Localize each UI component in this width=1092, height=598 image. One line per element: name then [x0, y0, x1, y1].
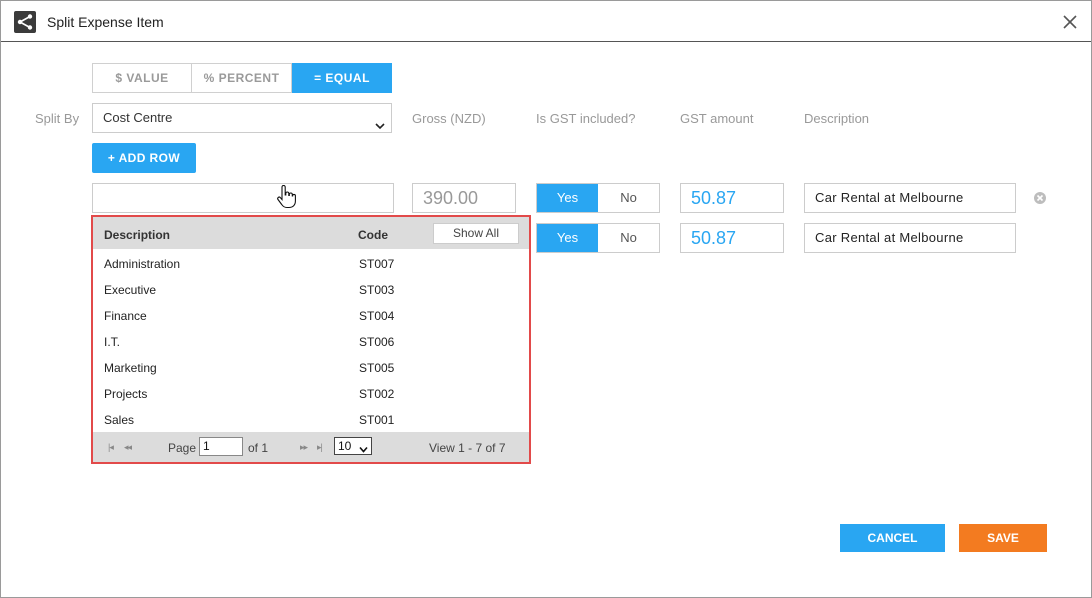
gst-included-column-label: Is GST included? — [536, 111, 636, 126]
lookup-column-code[interactable]: Code — [358, 228, 388, 242]
cost-centre-lookup-dropdown: Description Code Show All Administration… — [91, 215, 531, 464]
title-bar: Split Expense Item — [1, 1, 1091, 42]
description-input[interactable]: Car Rental at Melbourne — [804, 223, 1016, 253]
hand-pointer-cursor-icon — [276, 184, 296, 209]
prev-page-icon[interactable]: ◂◂ — [124, 442, 132, 453]
lookup-column-description[interactable]: Description — [104, 228, 170, 242]
lookup-row-description: Finance — [104, 309, 147, 323]
split-mode-equal-button[interactable]: = EQUAL — [292, 63, 392, 93]
gross-input[interactable]: 390.00 — [412, 183, 516, 213]
last-page-icon[interactable]: ▸| — [317, 442, 323, 453]
records-view-text: View 1 - 7 of 7 — [429, 441, 506, 455]
chevron-down-icon — [375, 113, 385, 130]
chevron-down-icon — [359, 442, 368, 453]
lookup-row-code: ST002 — [359, 387, 395, 401]
lookup-row-description: Projects — [104, 387, 148, 401]
lookup-row-description: Sales — [104, 413, 135, 427]
lookup-row-description: Administration — [104, 257, 181, 271]
lookup-row[interactable]: Finance ST004 — [93, 303, 529, 329]
next-page-icon[interactable]: ▸▸ — [300, 442, 308, 453]
gross-column-label: Gross (NZD) — [412, 111, 486, 126]
lookup-row[interactable]: Projects ST002 — [93, 381, 529, 407]
remove-row-icon[interactable] — [1033, 191, 1047, 205]
close-icon[interactable] — [1061, 13, 1079, 31]
split-by-select-value: Cost Centre — [103, 110, 173, 125]
split-mode-percent-button[interactable]: % PERCENT — [191, 63, 292, 93]
page-count: of 1 — [248, 441, 269, 455]
gst-yes-button[interactable]: Yes — [537, 184, 598, 212]
lookup-row-code: ST005 — [359, 361, 395, 375]
lookup-header: Description Code Show All — [93, 217, 529, 249]
gst-yes-button[interactable]: Yes — [537, 224, 598, 252]
cancel-button[interactable]: CANCEL — [840, 524, 945, 552]
add-row-button[interactable]: + ADD ROW — [92, 143, 196, 173]
lookup-row-code: ST003 — [359, 283, 395, 297]
gst-no-button[interactable]: No — [598, 224, 659, 252]
first-page-icon[interactable]: |◂ — [108, 442, 114, 453]
gst-included-toggle: Yes No — [536, 223, 660, 253]
lookup-row-description: I.T. — [104, 335, 121, 349]
cost-centre-input[interactable] — [92, 183, 394, 213]
page-size-select[interactable]: 10 — [334, 437, 372, 455]
lookup-row-code: ST007 — [359, 257, 395, 271]
dialog-title: Split Expense Item — [47, 14, 164, 30]
gst-amount-column-label: GST amount — [680, 111, 754, 126]
split-expense-dialog: Split Expense Item $ VALUE % PERCENT = E… — [0, 0, 1092, 598]
gst-amount-input[interactable]: 50.87 — [680, 223, 784, 253]
page-label: Page — [168, 441, 197, 455]
page-number-input[interactable]: 1 — [199, 437, 243, 456]
lookup-row[interactable]: Marketing ST005 — [93, 355, 529, 381]
lookup-row[interactable]: Sales ST001 — [93, 407, 529, 433]
page-size-value: 10 — [338, 439, 352, 453]
share-split-icon — [14, 11, 36, 33]
split-mode-value-button[interactable]: $ VALUE — [92, 63, 192, 93]
lookup-row-description: Marketing — [104, 361, 157, 375]
lookup-row-code: ST004 — [359, 309, 395, 323]
lookup-row-code: ST006 — [359, 335, 395, 349]
gst-no-button[interactable]: No — [598, 184, 659, 212]
lookup-row[interactable]: Administration ST007 — [93, 251, 529, 277]
lookup-row[interactable]: I.T. ST006 — [93, 329, 529, 355]
lookup-row-code: ST001 — [359, 413, 395, 427]
save-button[interactable]: SAVE — [959, 524, 1047, 552]
lookup-row-description: Executive — [104, 283, 157, 297]
gst-included-toggle: Yes No — [536, 183, 660, 213]
show-all-button[interactable]: Show All — [433, 223, 519, 244]
split-by-select[interactable]: Cost Centre — [92, 103, 392, 133]
lookup-row[interactable]: Executive ST003 — [93, 277, 529, 303]
description-column-label: Description — [804, 111, 870, 126]
gst-amount-input[interactable]: 50.87 — [680, 183, 784, 213]
lookup-pager: |◂ ◂◂ Page 1 of 1 ▸▸ ▸| 10 View 1 - 7 of… — [93, 432, 529, 462]
description-input[interactable]: Car Rental at Melbourne — [804, 183, 1016, 213]
split-by-label: Split By — [35, 111, 80, 126]
